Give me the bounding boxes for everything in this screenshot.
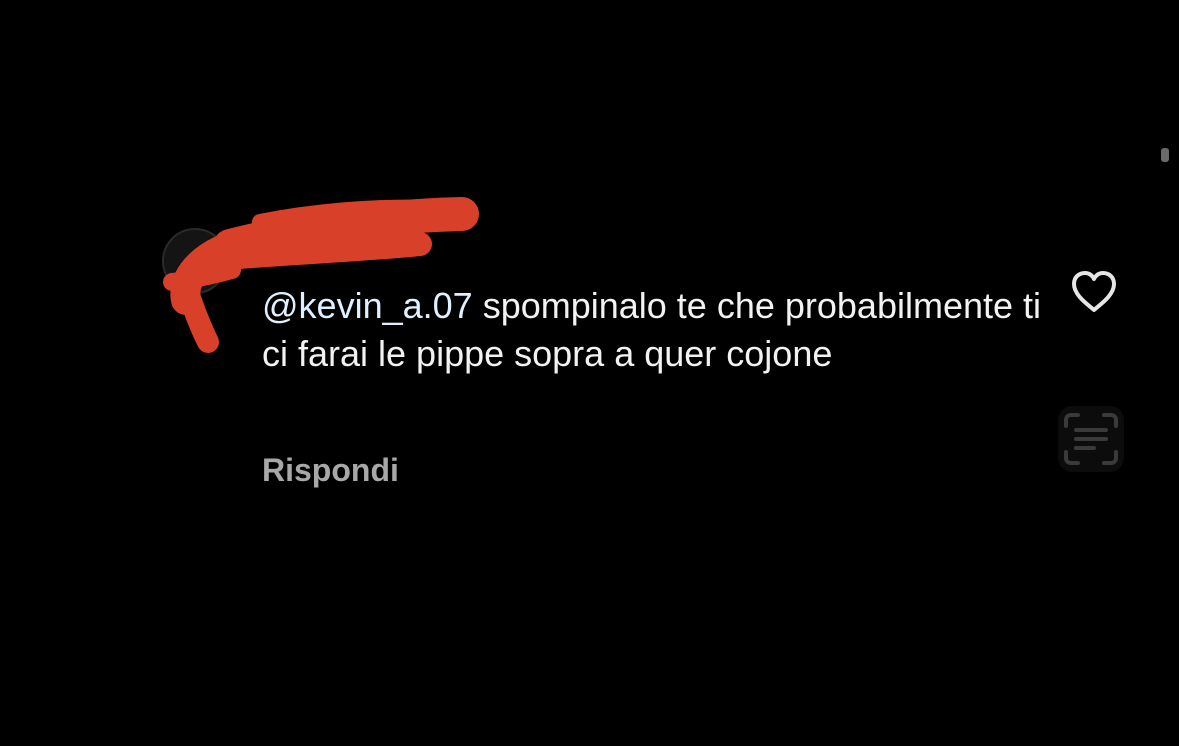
- comment-header: 3 min: [262, 226, 353, 266]
- heart-outline-icon: [1072, 271, 1116, 312]
- comment-text: @kevin_a.07 spompinalo te che probabilme…: [262, 282, 1042, 378]
- mention-link[interactable]: @kevin_a.07: [262, 285, 473, 326]
- comment-screen: 3 min @kevin_a.07 spompinalo te che prob…: [0, 0, 1179, 746]
- scroll-indicator[interactable]: [1161, 148, 1169, 162]
- reply-button[interactable]: Rispondi: [262, 450, 399, 490]
- profile-avatar[interactable]: [162, 228, 228, 294]
- text-scan-icon[interactable]: [1058, 406, 1124, 472]
- like-button[interactable]: [1068, 266, 1120, 318]
- live-text-icon: [1064, 413, 1118, 465]
- comment-time: 3 min: [272, 227, 353, 264]
